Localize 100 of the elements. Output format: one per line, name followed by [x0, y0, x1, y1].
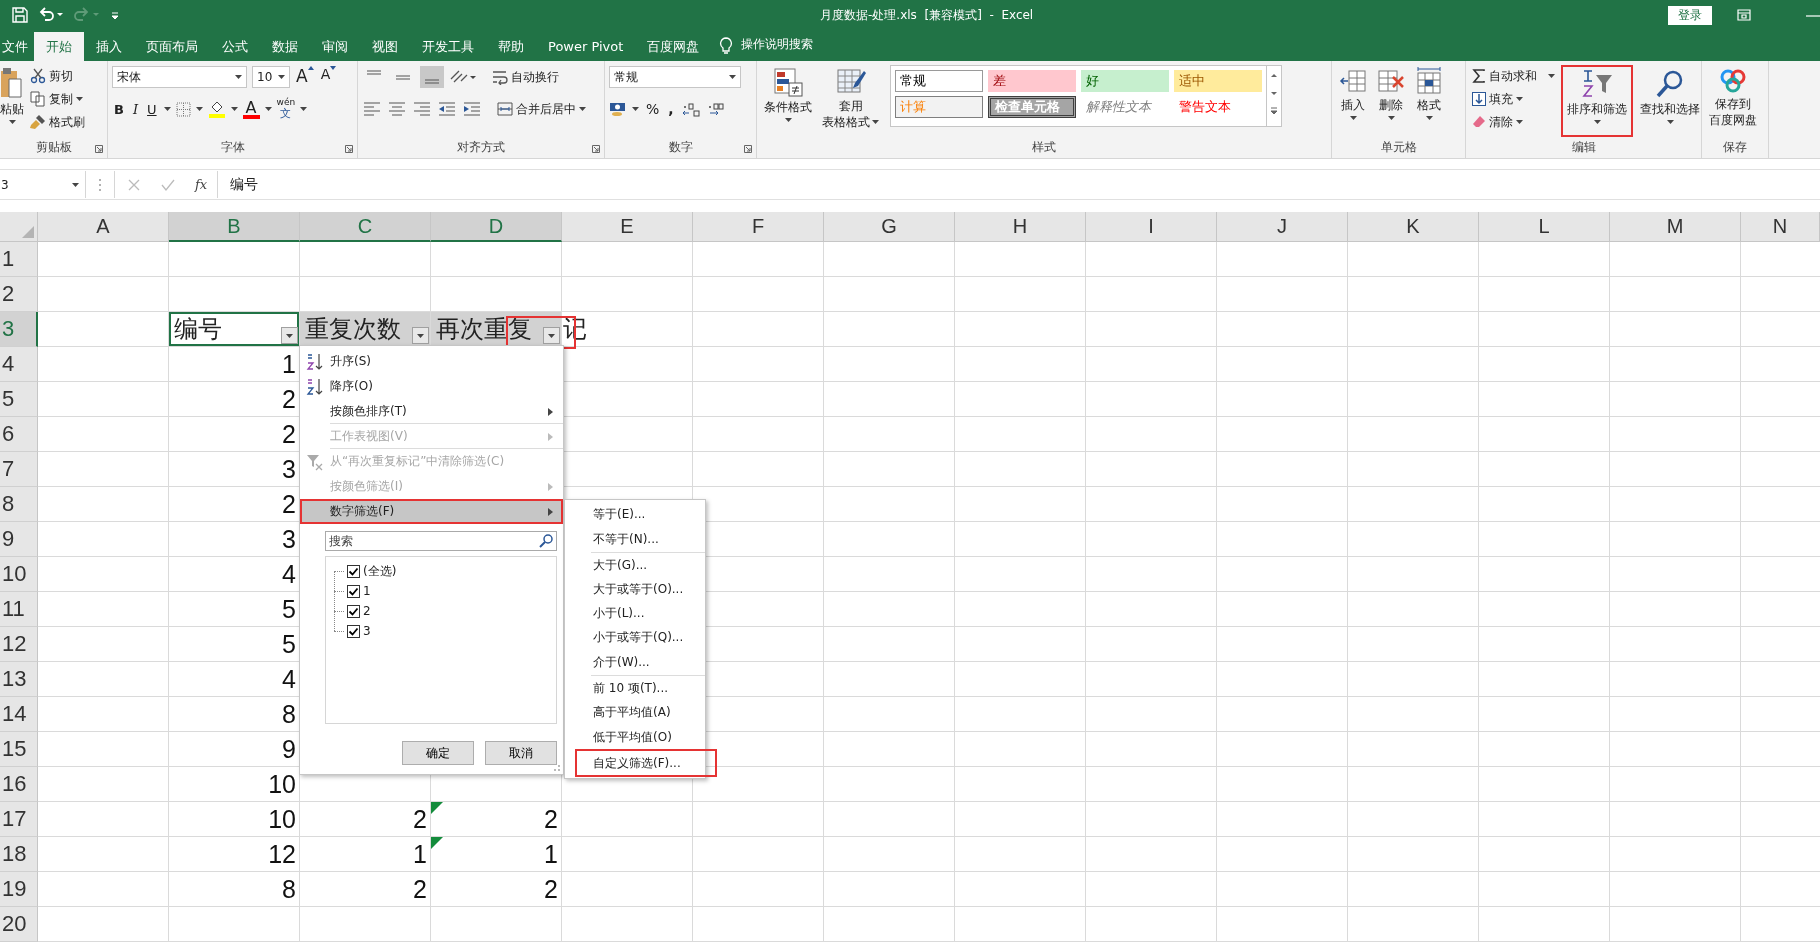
cells-button[interactable]: 插入 — [1336, 65, 1370, 137]
cells-button[interactable]: 删除 — [1374, 65, 1408, 137]
ribbon-tab[interactable]: Power Pivot — [536, 32, 636, 61]
paste-button[interactable]: 粘贴 — [0, 65, 24, 137]
caret-icon[interactable] — [163, 107, 171, 111]
italic-button[interactable]: I — [130, 98, 141, 120]
checkbox-label[interactable]: 3 — [363, 624, 371, 638]
caret-icon[interactable] — [230, 107, 238, 111]
underline-button[interactable]: U — [145, 98, 159, 120]
row-header[interactable]: 20 — [0, 907, 38, 942]
font-name-field[interactable]: 宋体 — [112, 66, 247, 88]
ok-button[interactable]: 确定 — [402, 741, 474, 765]
row-header[interactable]: 19 — [0, 872, 38, 907]
menu-item[interactable]: 等于(E)... — [591, 502, 705, 526]
resize-grip-icon[interactable] — [553, 764, 561, 772]
dialog-launcher-icon[interactable] — [592, 145, 600, 153]
ribbon-tab[interactable]: 文件 — [0, 32, 34, 61]
cell-style-option[interactable]: 解释性文本 — [1081, 96, 1169, 118]
row-header[interactable]: 12 — [0, 627, 38, 662]
menu-item[interactable]: 按颜色排序(T) — [300, 399, 563, 424]
checkbox-label[interactable]: 1 — [363, 584, 371, 598]
filter-dropdown-button[interactable] — [281, 327, 298, 344]
name-box[interactable]: 3 — [0, 171, 86, 198]
filter-dropdown-button[interactable] — [412, 327, 429, 344]
grow-font-button[interactable]: A — [295, 66, 315, 88]
row-header[interactable]: 16 — [0, 767, 38, 802]
row-header[interactable]: 17 — [0, 802, 38, 837]
increase-indent-icon[interactable] — [462, 102, 482, 116]
increase-decimal-icon[interactable] — [680, 101, 701, 117]
phonetic-button[interactable]: wén 文 — [276, 97, 296, 121]
percent-button[interactable]: % — [644, 98, 662, 120]
decrease-indent-icon[interactable] — [437, 102, 457, 116]
formula-input[interactable]: 编号 — [218, 171, 1820, 198]
text-orientation-icon[interactable] — [449, 69, 477, 85]
row-header[interactable]: 18 — [0, 837, 38, 872]
column-header[interactable]: L — [1479, 212, 1610, 242]
row-header[interactable]: 1 — [0, 242, 38, 277]
ribbon-tab[interactable]: 插入 — [84, 32, 134, 61]
checkbox[interactable] — [347, 584, 360, 598]
menu-item[interactable]: 自定义筛选(F)... — [577, 751, 715, 775]
menu-item[interactable]: 高于平均值(A) — [591, 700, 705, 724]
row-header[interactable]: 11 — [0, 592, 38, 627]
cut-button[interactable]: 剪切 — [28, 65, 87, 87]
copy-button[interactable]: 复制 — [28, 88, 87, 110]
bold-button[interactable]: B — [112, 98, 126, 120]
sort-filter-button[interactable]: 排序和筛选 — [1561, 65, 1633, 137]
ribbon-tab[interactable]: 开发工具 — [410, 32, 486, 61]
cell-style-option[interactable]: 警告文本 — [1174, 96, 1262, 118]
row-header[interactable]: 13 — [0, 662, 38, 697]
caret-icon[interactable] — [632, 107, 639, 111]
column-header[interactable]: N — [1741, 212, 1820, 242]
menu-item[interactable]: 升序(S) — [300, 349, 563, 374]
search-field[interactable]: 搜索 — [325, 531, 557, 551]
column-header[interactable]: G — [824, 212, 955, 242]
merge-center-button[interactable]: 合并后居中 — [495, 98, 588, 120]
column-header[interactable]: J — [1217, 212, 1348, 242]
lightbulb-icon[interactable] — [719, 37, 734, 55]
cell-style-option[interactable]: 好 — [1081, 70, 1169, 92]
column-header[interactable]: C — [300, 212, 431, 242]
save-to-cloud-button[interactable]: 保存到 百度网盘 — [1706, 65, 1760, 137]
shrink-font-button[interactable]: A — [319, 66, 338, 88]
comma-button[interactable]: , — [666, 98, 676, 120]
menu-item[interactable]: 小于或等于(Q)... — [591, 625, 705, 649]
ribbon-tab[interactable]: 百度网盘 — [635, 32, 712, 61]
column-header[interactable]: E — [562, 212, 693, 242]
row-header[interactable]: 5 — [0, 382, 38, 417]
drag-handle-icon[interactable] — [98, 177, 102, 192]
undo-icon[interactable] — [38, 7, 64, 23]
fill-button[interactable]: 填充 — [1470, 88, 1557, 110]
row-header[interactable]: 6 — [0, 417, 38, 452]
row-header[interactable]: 10 — [0, 557, 38, 592]
menu-item[interactable]: 不等于(N)... — [591, 526, 705, 553]
sign-in-button[interactable]: 登录 — [1668, 6, 1712, 25]
menu-item[interactable]: 数字筛选(F) — [300, 499, 563, 524]
font-size-field[interactable]: 10 — [252, 66, 290, 88]
cell-style-option[interactable]: 差 — [988, 70, 1076, 92]
ribbon-tab[interactable]: 数据 — [260, 32, 310, 61]
fill-color-icon[interactable] — [207, 100, 226, 118]
row-header[interactable]: 2 — [0, 277, 38, 312]
menu-item[interactable]: 降序(O) — [300, 374, 563, 399]
checkbox[interactable] — [347, 564, 360, 578]
row-header[interactable]: 8 — [0, 487, 38, 522]
ribbon-tab[interactable]: 公式 — [210, 32, 260, 61]
row-header[interactable]: 3 — [0, 312, 38, 347]
column-header[interactable]: A — [38, 212, 169, 242]
cell-style-option[interactable]: 适中 — [1174, 70, 1262, 92]
ribbon-tab[interactable]: 审阅 — [310, 32, 360, 61]
clear-button[interactable]: 清除 — [1470, 111, 1557, 133]
checkbox[interactable] — [347, 624, 360, 638]
column-header[interactable]: F — [693, 212, 824, 242]
conditional-format-button[interactable]: 条件格式 — [761, 65, 815, 137]
ribbon-tab[interactable]: 页面布局 — [134, 32, 210, 61]
cancel-button[interactable]: 取消 — [485, 741, 557, 765]
currency-icon[interactable] — [609, 101, 627, 117]
column-header[interactable]: I — [1086, 212, 1217, 242]
cell-style-option[interactable]: 常规 — [895, 70, 983, 92]
format-painter-button[interactable]: 格式刷 — [28, 111, 87, 133]
column-header[interactable]: M — [1610, 212, 1741, 242]
menu-item[interactable]: 大于或等于(O)... — [591, 577, 705, 601]
row-header[interactable]: 7 — [0, 452, 38, 487]
